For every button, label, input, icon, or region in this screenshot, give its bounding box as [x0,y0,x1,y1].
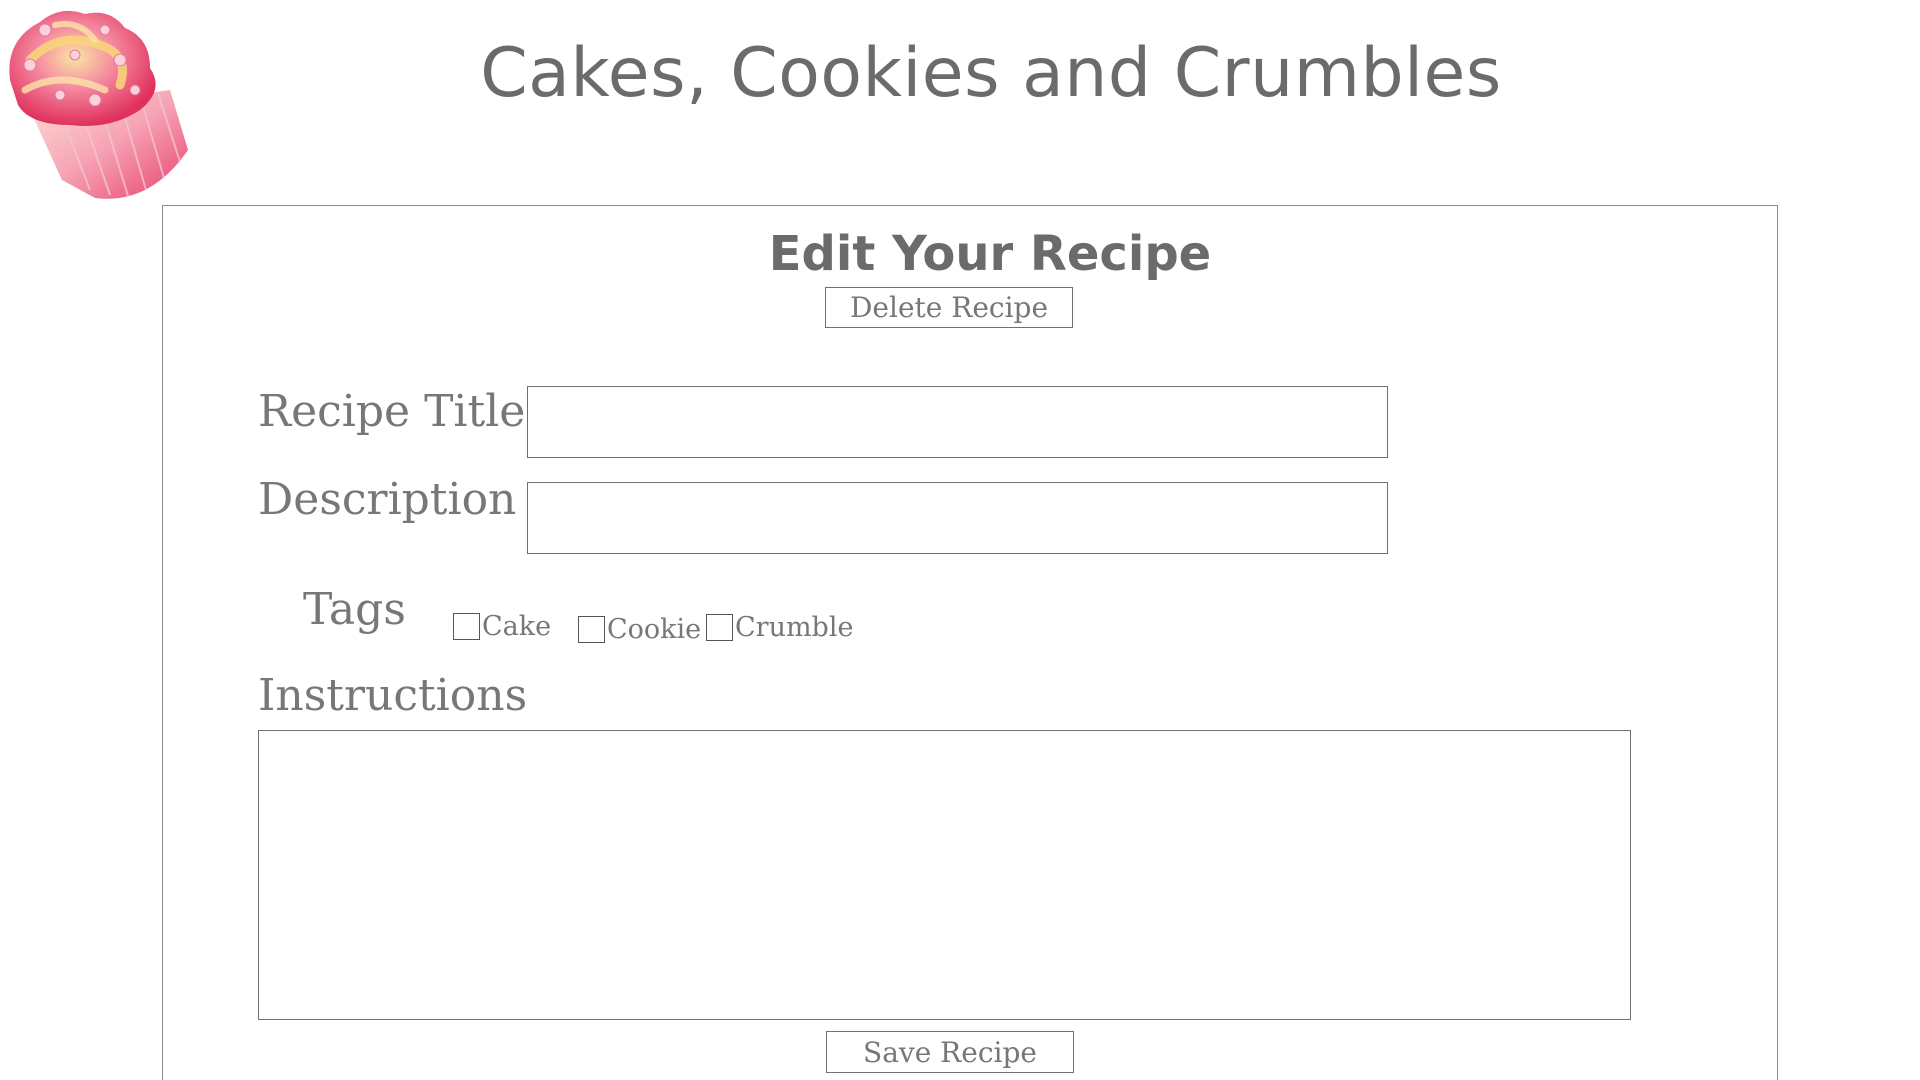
tags-label: Tags [303,584,406,635]
cake-checkbox[interactable] [453,613,480,640]
crumble-checkbox[interactable] [706,614,733,641]
cookie-checkbox[interactable] [578,616,605,643]
delete-recipe-button[interactable]: Delete Recipe [825,287,1073,328]
panel-title: Edit Your Recipe [768,226,1212,282]
instructions-textarea[interactable] [258,730,1631,1020]
tag-cake-label: Cake [482,611,552,642]
save-recipe-button[interactable]: Save Recipe [826,1031,1074,1073]
tag-cake[interactable]: Cake [453,611,551,642]
tag-cookie[interactable]: Cookie [578,614,701,645]
edit-recipe-panel: Edit Your Recipe Delete Recipe Recipe Ti… [162,205,1778,1080]
tag-crumble-label: Crumble [735,612,854,643]
tag-cookie-label: Cookie [607,614,702,645]
tag-crumble[interactable]: Crumble [706,612,853,643]
recipe-title-label: Recipe Title [258,386,526,437]
instructions-label: Instructions [258,670,528,721]
site-title: Cakes, Cookies and Crumbles [480,34,1502,113]
page: Cakes, Cookies and Crumbles Edit Your Re… [0,0,1920,1080]
description-label: Description [258,474,517,525]
recipe-title-input[interactable] [527,386,1388,458]
description-input[interactable] [527,482,1388,554]
